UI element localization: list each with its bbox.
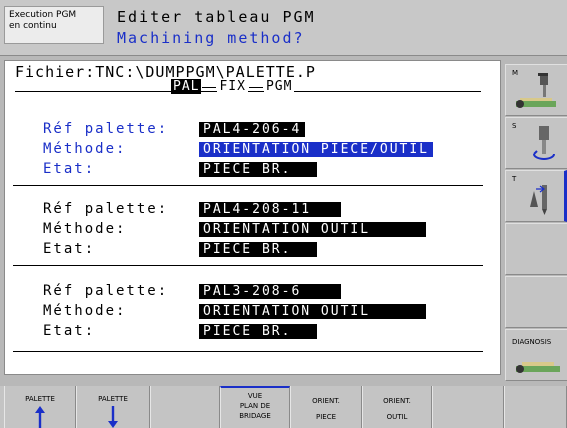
pallet-ref-field[interactable]: PAL4-206-4 [199,122,306,137]
arrow-down-icon [108,406,118,428]
vue-label-l2: PLAN DE [239,402,271,410]
palette-up-key[interactable]: PALETTE [4,386,76,428]
mode-label-line1: Execution PGM [9,10,77,20]
orient-outil-l2: OUTIL [386,413,408,421]
diagnosis-icon [516,362,560,373]
diagnosis-key[interactable]: DIAGNOSIS [505,329,567,381]
arrow-up-icon [35,406,45,428]
softkey-bar: PALETTE PALETTE VUE PLAN DE BRIDAGE ORIE… [0,386,567,428]
empty-vertical-key[interactable] [505,223,567,275]
pallet-ref-label: Réf palette: [43,121,169,137]
vue-label-l3: BRIDAGE [239,412,271,420]
tab-fix[interactable]: FIX [217,79,248,94]
orient-piece-l1: ORIENT. [312,397,340,405]
t-function-key[interactable]: T [505,170,567,222]
orient-piece-l2: PIECE [315,413,337,421]
pallet-ref-label: Réf palette: [43,283,169,299]
palette-down-key[interactable]: PALETTE [76,386,150,428]
empty-softkey[interactable] [504,386,567,428]
tab-pal[interactable]: PAL [171,79,202,94]
pallet-ref-field[interactable]: PAL4-208-11 [199,202,342,217]
machine-spindle-icon [516,73,556,108]
operating-mode-box: Execution PGM en continu [4,6,104,44]
vue-label-l1: VUE [247,392,263,400]
divider [13,185,483,186]
state-field[interactable]: PIECE BR. [199,162,318,177]
state-label: Etat: [43,161,96,177]
dialog-prompt: Machining method? [117,29,305,47]
orient-outil-l1: ORIENT. [383,397,411,405]
orient-piece-key[interactable]: ORIENT. PIECE [290,386,362,428]
pallet-ref-label: Réf palette: [43,201,169,217]
vue-plan-bridage-key[interactable]: VUE PLAN DE BRIDAGE [220,386,290,428]
method-field[interactable]: ORIENTATION OUTIL [199,222,427,237]
method-label: Méthode: [43,303,127,319]
spindle-speed-icon [533,126,555,160]
empty-softkey[interactable] [432,386,504,428]
level-tabs: PAL FIX PGM [171,79,295,95]
vertical-softkey-bar: M S T DIAGNOSIS [505,56,567,386]
method-field[interactable]: ORIENTATION OUTIL [199,304,427,319]
s-function-key[interactable]: S [505,117,567,169]
method-label: Méthode: [43,221,127,237]
state-field[interactable]: PIECE BR. [199,242,318,257]
empty-vertical-key[interactable] [505,276,567,328]
state-label: Etat: [43,323,96,339]
tool-call-icon [530,185,547,215]
mode-label-line2: en continu [9,21,57,31]
state-field[interactable]: PIECE BR. [199,324,318,339]
method-label: Méthode: [43,141,127,157]
m-function-key[interactable]: M [505,64,567,116]
palette-up-label: PALETTE [25,395,55,403]
pallet-ref-field[interactable]: PAL3-208-6 [199,284,342,299]
pallet-table-panel: Fichier:TNC:\DUMPPGM\PALETTE.P PAL FIX PGM… [4,60,501,375]
orient-outil-key[interactable]: ORIENT. OUTIL [362,386,432,428]
empty-softkey[interactable] [150,386,220,428]
header-bar: Execution PGM en continu Editer tableau … [0,0,567,56]
divider [13,265,483,266]
edit-mode-title: Editer tableau PGM [117,8,316,26]
method-field[interactable]: ORIENTATION PIECE/OUTIL [199,142,434,157]
tab-pgm[interactable]: PGM [263,79,295,94]
state-label: Etat: [43,241,96,257]
palette-down-label: PALETTE [98,395,128,403]
divider [13,351,483,352]
